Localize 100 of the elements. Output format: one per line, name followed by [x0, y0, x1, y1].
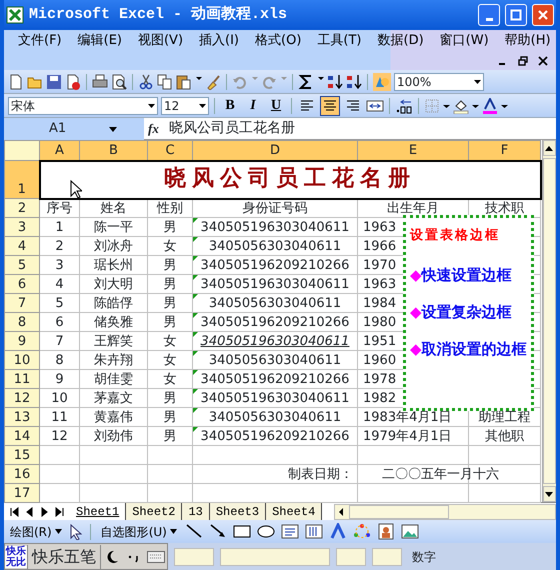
row-header[interactable]: 14	[4, 426, 40, 446]
column-header[interactable]: F	[468, 140, 540, 160]
row-header[interactable]: 6	[4, 274, 40, 294]
sort-descending-icon[interactable]	[346, 74, 362, 90]
menu-item[interactable]: 格式(O)	[249, 31, 308, 51]
next-sheet-icon[interactable]	[40, 506, 49, 516]
autoshapes-menu[interactable]: 自选图形(U)	[98, 522, 179, 540]
last-sheet-icon[interactable]	[55, 506, 64, 516]
oval-icon[interactable]	[256, 523, 275, 540]
row-header[interactable]: 7	[4, 294, 40, 312]
diagram-icon[interactable]	[352, 523, 371, 540]
row-header[interactable]: 5	[4, 256, 40, 274]
fill-color-icon[interactable]	[453, 98, 469, 114]
sheet-tab[interactable]: Sheet4	[266, 503, 322, 520]
menu-item[interactable]: 帮助(H)	[498, 31, 557, 51]
previous-sheet-icon[interactable]	[25, 506, 34, 516]
caret-icon[interactable]	[199, 102, 206, 109]
table-cell: 朱卉翔	[94, 352, 133, 368]
print-preview-icon[interactable]	[111, 74, 127, 90]
row-header[interactable]: 11	[4, 370, 40, 388]
row-header[interactable]: 16	[4, 464, 40, 484]
image-icon[interactable]	[400, 523, 419, 540]
first-sheet-icon[interactable]	[10, 506, 19, 516]
sort-ascending-icon[interactable]	[327, 74, 343, 90]
font-field[interactable]: 宋体	[8, 96, 158, 114]
close-icon[interactable]	[538, 56, 548, 66]
save-icon[interactable]	[46, 74, 62, 90]
draw-menu[interactable]: 绘图(R)	[8, 522, 64, 540]
decimal-icon[interactable]	[395, 98, 413, 114]
row-header[interactable]: 12	[4, 388, 40, 408]
scroll-down-button[interactable]	[542, 486, 556, 502]
row-header[interactable]: 9	[4, 332, 40, 350]
sheet-tab[interactable]: Sheet2	[126, 503, 182, 520]
formula-field[interactable]: 晓风公司员工花名册	[168, 118, 295, 139]
restore-icon[interactable]	[518, 56, 528, 66]
drawing-button[interactable]	[373, 72, 391, 90]
font-color-icon[interactable]	[482, 98, 498, 114]
clip-art-icon[interactable]	[376, 523, 395, 540]
rectangle-icon[interactable]	[232, 523, 251, 540]
insert-function-button[interactable]: fx	[148, 118, 159, 138]
row-header[interactable]: 3	[4, 218, 40, 236]
pointer-icon[interactable]	[70, 524, 82, 540]
menu-item[interactable]: 插入(I)	[193, 31, 246, 51]
merge-center-icon[interactable]	[366, 98, 384, 114]
menu-item[interactable]: 编辑(E)	[72, 31, 128, 51]
text-box-icon[interactable]	[280, 523, 299, 540]
menu-item[interactable]: 文件(F)	[12, 31, 68, 51]
maximize-icon	[510, 9, 522, 21]
minimize-button[interactable]	[478, 4, 500, 26]
caret-icon[interactable]	[474, 78, 481, 85]
menu-item[interactable]: 视图(V)	[132, 31, 190, 51]
menu-item[interactable]: 窗口(W)	[434, 31, 495, 51]
row-header[interactable]: 2	[4, 198, 40, 218]
vertical-text-icon[interactable]	[304, 523, 323, 540]
column-header[interactable]: B	[80, 140, 148, 160]
keyboard-icon[interactable]	[147, 550, 165, 562]
row-header[interactable]: 1	[4, 160, 40, 198]
printer-icon[interactable]	[92, 74, 108, 90]
line-icon[interactable]	[184, 523, 203, 540]
row-header[interactable]: 13	[4, 408, 40, 426]
bold-button[interactable]: B	[220, 96, 240, 116]
page-stop-icon[interactable]	[65, 74, 81, 90]
sum-icon[interactable]	[298, 74, 314, 90]
caret-icon[interactable]	[109, 124, 117, 132]
column-header[interactable]: D	[192, 140, 358, 160]
zoom-field[interactable]: 100%	[394, 72, 484, 90]
row-header[interactable]: 4	[4, 236, 40, 256]
page-icon[interactable]	[8, 74, 24, 90]
name-box[interactable]: A1	[4, 118, 144, 140]
maximize-button[interactable]	[505, 4, 527, 26]
brush-icon[interactable]	[205, 74, 221, 90]
moon-icon[interactable]	[105, 550, 119, 564]
wordart-icon[interactable]	[328, 523, 347, 540]
caret-icon[interactable]	[148, 102, 155, 109]
scissors-icon[interactable]	[138, 74, 154, 90]
table-cell: 男	[164, 390, 176, 406]
menu-item[interactable]: 工具(T)	[311, 31, 368, 51]
menu-item[interactable]: 数据(D)	[372, 31, 430, 51]
italic-button[interactable]: I	[243, 96, 263, 116]
table-cell: 1978	[363, 372, 396, 386]
table-cell: 340505196303040611	[200, 390, 350, 406]
row-header[interactable]: 15	[4, 446, 40, 464]
sheet-tab[interactable]: 13	[182, 503, 210, 520]
input-method-name[interactable]: 快乐五笔	[27, 544, 101, 568]
close-button[interactable]	[532, 4, 554, 26]
sheet-tab[interactable]: Sheet3	[210, 503, 266, 520]
copy-icon[interactable]	[157, 74, 173, 90]
scroll-up-button[interactable]	[542, 140, 556, 156]
underline-button[interactable]: U	[266, 96, 286, 116]
column-header[interactable]: C	[148, 140, 192, 160]
row-header[interactable]: 10	[4, 350, 40, 370]
arrow-icon[interactable]	[208, 523, 227, 540]
align-center-button[interactable]	[320, 96, 340, 116]
row-header[interactable]: 17	[4, 484, 40, 502]
text-box[interactable]: 设置表格边框 ◆快速设置边框 ◆设置复杂边框 ◆取消设置的边框	[403, 215, 534, 411]
font-size-field[interactable]: 12	[161, 96, 209, 114]
paste-icon[interactable]	[176, 74, 192, 90]
row-header[interactable]: 8	[4, 312, 40, 332]
column-header[interactable]: A	[40, 140, 80, 160]
column-header[interactable]: E	[358, 140, 468, 160]
